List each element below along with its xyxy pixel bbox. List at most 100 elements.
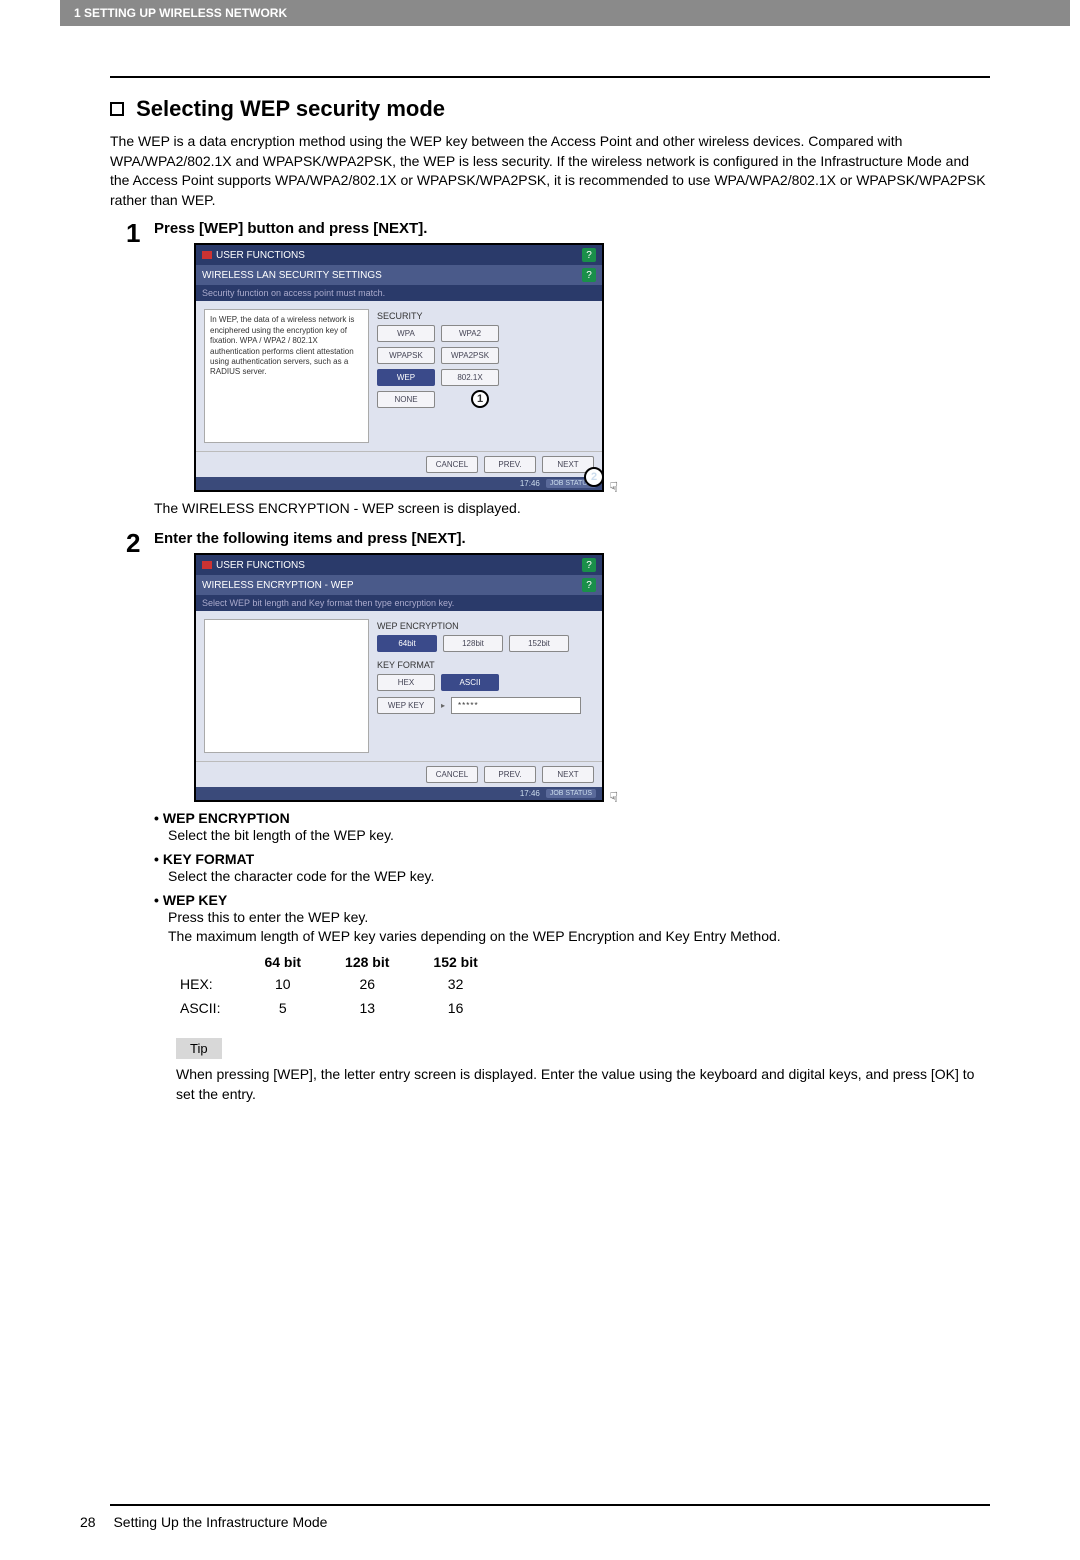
screen-statusbar: 17:46 JOB STATUS ☟ — [196, 787, 602, 800]
step-1-title: Press [WEP] button and press [NEXT]. — [154, 220, 990, 237]
hand-pointer-icon: ☟ — [609, 479, 618, 496]
wep-encryption-screen: USER FUNCTIONS ? WIRELESS ENCRYPTION - W… — [194, 553, 604, 802]
wep-encryption-heading: WEP ENCRYPTION — [163, 810, 290, 826]
breadcrumb: 1 SETTING UP WIRELESS NETWORK — [74, 6, 287, 20]
screen-titlebar: USER FUNCTIONS ? — [196, 555, 602, 575]
step-2-number: 2 — [126, 530, 154, 1104]
step-1-number: 1 — [126, 220, 154, 520]
screen-subtitle: WIRELESS LAN SECURITY SETTINGS — [202, 270, 382, 281]
step-2-title: Enter the following items and press [NEX… — [154, 530, 990, 547]
checkbox-bullet-icon — [110, 102, 124, 116]
wep-encryption-text: Select the bit length of the WEP key. — [168, 826, 990, 845]
table-row: HEX: 10 26 32 — [180, 972, 500, 996]
help-icon[interactable]: ? — [582, 248, 596, 262]
wep-key-heading: WEP KEY — [163, 892, 227, 908]
enc-128bit-button[interactable]: 128bit — [443, 635, 503, 652]
bullet-icon: • — [154, 851, 159, 867]
col-128bit: 128 bit — [323, 952, 411, 972]
enc-64bit-button[interactable]: 64bit — [377, 635, 437, 652]
list-item: •KEY FORMAT Select the character code fo… — [154, 851, 990, 886]
wep-button[interactable]: WEP — [377, 369, 435, 386]
screen-titlebar: USER FUNCTIONS ? — [196, 245, 602, 265]
wpa2-button[interactable]: WPA2 — [441, 325, 499, 342]
none-button[interactable]: NONE — [377, 391, 435, 408]
help-icon[interactable]: ? — [582, 268, 596, 282]
cancel-button[interactable]: CANCEL — [426, 456, 478, 473]
screen-footer: CANCEL PREV. NEXT — [196, 451, 602, 477]
col-152bit: 152 bit — [411, 952, 499, 972]
wep-key-value: ***** — [451, 697, 581, 714]
list-item: •WEP ENCRYPTION Select the bit length of… — [154, 810, 990, 845]
ascii-152: 16 — [411, 996, 499, 1020]
wpa-button[interactable]: WPA — [377, 325, 435, 342]
screen-subbar: WIRELESS LAN SECURITY SETTINGS ? — [196, 265, 602, 285]
template-icon — [202, 561, 212, 569]
bullet-icon: • — [154, 810, 159, 826]
table-row: ASCII: 5 13 16 — [180, 996, 500, 1020]
hex-128: 26 — [323, 972, 411, 996]
template-icon — [202, 251, 212, 259]
step-2: 2 Enter the following items and press [N… — [126, 530, 990, 1104]
step-1: 1 Press [WEP] button and press [NEXT]. U… — [126, 220, 990, 520]
screen-statusbar: 17:46 JOB STATUS 2 ☟ — [196, 477, 602, 490]
job-status-button[interactable]: JOB STATUS — [546, 789, 596, 798]
screen-description: In WEP, the data of a wireless network i… — [204, 309, 369, 443]
security-settings-screen: USER FUNCTIONS ? WIRELESS LAN SECURITY S… — [194, 243, 604, 492]
next-button[interactable]: NEXT — [542, 766, 594, 783]
tip-label: Tip — [176, 1038, 222, 1059]
prev-button[interactable]: PREV. — [484, 766, 536, 783]
bottom-rule — [110, 1504, 990, 1506]
enc-152bit-button[interactable]: 152bit — [509, 635, 569, 652]
hex-button[interactable]: HEX — [377, 674, 435, 691]
chevron-right-icon: ▸ — [441, 701, 445, 710]
screen-title: USER FUNCTIONS — [216, 250, 305, 261]
bullet-icon: • — [154, 892, 159, 908]
screen-footer: CANCEL PREV. NEXT — [196, 761, 602, 787]
step-1-after-note: The WIRELESS ENCRYPTION - WEP screen is … — [154, 500, 990, 516]
status-time: 17:46 — [520, 789, 540, 798]
callout-1-icon: 1 — [471, 390, 489, 408]
help-icon[interactable]: ? — [582, 558, 596, 572]
key-format-text: Select the character code for the WEP ke… — [168, 867, 990, 886]
screen-left-blank — [204, 619, 369, 753]
cancel-button[interactable]: CANCEL — [426, 766, 478, 783]
key-format-heading: KEY FORMAT — [163, 851, 254, 867]
hex-64: 10 — [242, 972, 323, 996]
ascii-button[interactable]: ASCII — [441, 674, 499, 691]
section-title: Selecting WEP security mode — [110, 96, 990, 122]
hand-pointer-icon: ☟ — [609, 789, 618, 806]
col-64bit: 64 bit — [242, 952, 323, 972]
wep-encryption-label: WEP ENCRYPTION — [377, 621, 594, 631]
ascii-64: 5 — [242, 996, 323, 1020]
8021x-button[interactable]: 802.1X — [441, 369, 499, 386]
section-title-text: Selecting WEP security mode — [136, 96, 445, 121]
step-2-definition-list: •WEP ENCRYPTION Select the bit length of… — [154, 810, 990, 946]
wep-key-text-2: The maximum length of WEP key varies dep… — [168, 927, 990, 946]
row-hex-label: HEX: — [180, 972, 242, 996]
top-rule — [110, 76, 990, 78]
section-intro: The WEP is a data encryption method usin… — [110, 132, 990, 210]
prev-button[interactable]: PREV. — [484, 456, 536, 473]
ascii-128: 13 — [323, 996, 411, 1020]
help-icon[interactable]: ? — [582, 578, 596, 592]
screen-subtitle: WIRELESS ENCRYPTION - WEP — [202, 580, 354, 591]
screen-subbar: WIRELESS ENCRYPTION - WEP ? — [196, 575, 602, 595]
screen-hint: Select WEP bit length and Key format the… — [196, 595, 602, 611]
status-time: 17:46 — [520, 479, 540, 488]
screen-hint: Security function on access point must m… — [196, 285, 602, 301]
screen-title: USER FUNCTIONS — [216, 560, 305, 571]
callout-2-icon: 2 — [584, 467, 604, 487]
wpapsk-button[interactable]: WPAPSK — [377, 347, 435, 364]
hex-152: 32 — [411, 972, 499, 996]
key-format-label: KEY FORMAT — [377, 660, 594, 670]
table-header-row: 64 bit 128 bit 152 bit — [180, 952, 500, 972]
wep-key-button[interactable]: WEP KEY — [377, 697, 435, 714]
page-header: 1 SETTING UP WIRELESS NETWORK — [60, 0, 1070, 26]
wep-key-text-1: Press this to enter the WEP key. — [168, 908, 990, 927]
row-ascii-label: ASCII: — [180, 996, 242, 1020]
tip-text: When pressing [WEP], the letter entry sc… — [176, 1065, 990, 1104]
wpa2psk-button[interactable]: WPA2PSK — [441, 347, 499, 364]
wep-key-length-table: 64 bit 128 bit 152 bit HEX: 10 26 32 ASC… — [180, 952, 500, 1020]
list-item: •WEP KEY Press this to enter the WEP key… — [154, 892, 990, 946]
security-label: SECURITY — [377, 311, 594, 321]
